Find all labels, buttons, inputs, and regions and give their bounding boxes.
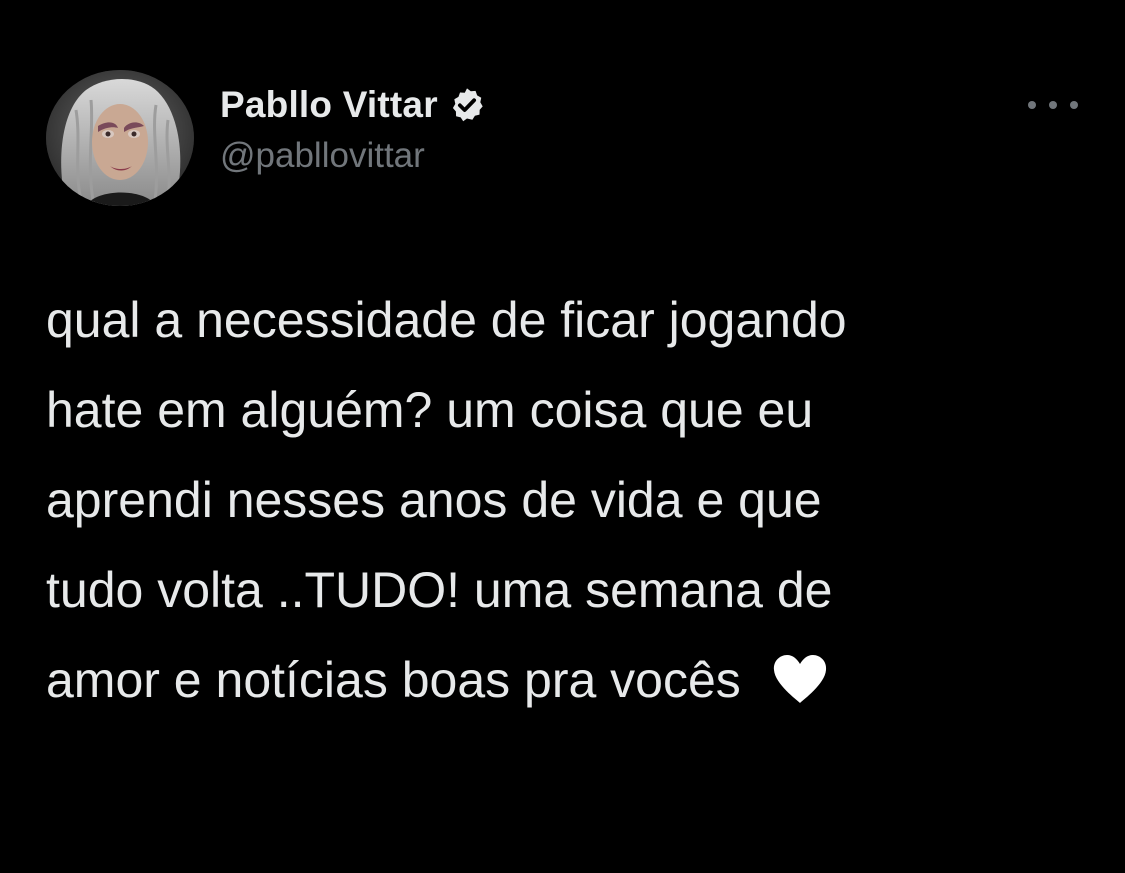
tweet-text-line: amor e notícias boas pra vocês (46, 652, 741, 708)
handle[interactable]: @pabllovittar (220, 136, 486, 176)
more-dot (1028, 101, 1036, 109)
tweet-text-line: aprendi nesses anos de vida e que (46, 472, 822, 528)
tweet-header: Pabllo Vittar @pabllovittar (220, 80, 486, 176)
more-dot (1049, 101, 1057, 109)
avatar-image (46, 70, 194, 206)
tweet-text-last-line: amor e notícias boas pra vocês (46, 635, 1096, 725)
tweet-text-line: hate em alguém? um coisa que eu (46, 382, 814, 438)
display-name[interactable]: Pabllo Vittar (220, 84, 438, 126)
white-heart-icon (771, 653, 829, 705)
name-row: Pabllo Vittar (220, 80, 486, 130)
more-dot (1070, 101, 1078, 109)
tweet-text-line: tudo volta ..TUDO! uma semana de (46, 562, 833, 618)
more-options-icon[interactable] (1028, 90, 1078, 120)
verified-badge-icon (448, 86, 486, 124)
avatar[interactable] (46, 70, 194, 206)
tweet-text: qual a necessidade de ficar jogando hate… (46, 275, 1096, 725)
tweet-card: Pabllo Vittar @pabllovittar qual a neces… (0, 0, 1125, 873)
tweet-text-line: qual a necessidade de ficar jogando (46, 292, 847, 348)
